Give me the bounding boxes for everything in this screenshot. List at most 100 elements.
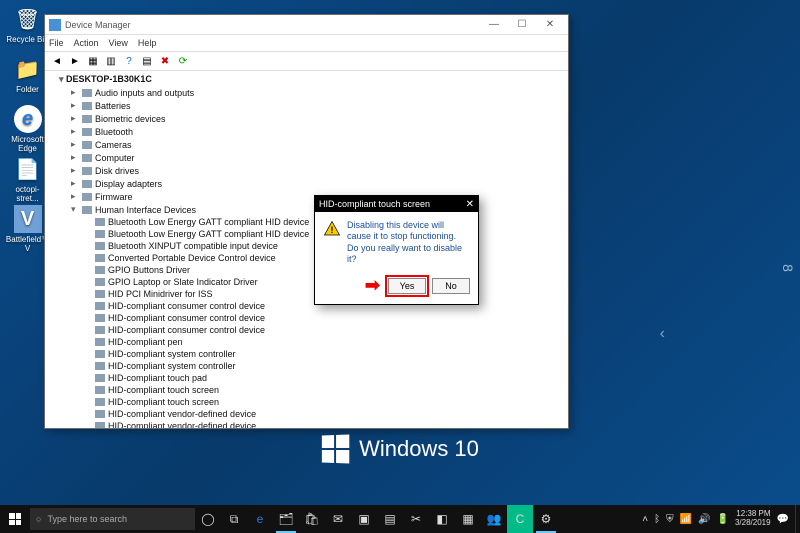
security-icon[interactable]: ⛨	[666, 514, 674, 525]
tree-category[interactable]: ▾Human Interface Devices	[49, 203, 564, 216]
taskbar-app-teams[interactable]: 👥	[481, 505, 507, 533]
minimize-button[interactable]: —	[480, 17, 508, 33]
device-category-icon	[82, 154, 92, 162]
tree-category[interactable]: ▸Firmware	[49, 190, 564, 203]
taskbar-app-file-explorer[interactable]: 🗂	[273, 505, 299, 533]
battery-icon[interactable]: 🔋	[717, 514, 729, 525]
device-category-icon	[82, 167, 92, 175]
show-desktop-button[interactable]	[795, 505, 800, 533]
taskbar-app-device-manager[interactable]: ⚙	[533, 505, 559, 533]
bluetooth-icon[interactable]: ᛒ	[654, 514, 660, 525]
tree-device[interactable]: GPIO Buttons Driver	[49, 264, 564, 276]
properties-button[interactable]: ▥	[103, 53, 119, 69]
tree-category[interactable]: ▸Biometric devices	[49, 112, 564, 125]
device-icon	[95, 218, 105, 226]
tree-category[interactable]: ▸Cameras	[49, 138, 564, 151]
back-button[interactable]: ◄	[49, 53, 65, 69]
device-icon	[95, 422, 105, 428]
tree-device[interactable]: HID-compliant vendor-defined device	[49, 408, 564, 420]
tree-category[interactable]: ▸Display adapters	[49, 177, 564, 190]
tree-category[interactable]: ▸Computer	[49, 151, 564, 164]
forward-button[interactable]: ►	[67, 53, 83, 69]
tree-category[interactable]: ▸Disk drives	[49, 164, 564, 177]
tree-category[interactable]: ▸Bluetooth	[49, 125, 564, 138]
show-hidden-button[interactable]: ▦	[85, 53, 101, 69]
tray-chevron-icon[interactable]: ˄	[642, 514, 648, 525]
tree-device-label: HID-compliant consumer control device	[108, 325, 265, 335]
yes-button[interactable]: Yes	[388, 278, 426, 294]
start-button[interactable]	[0, 505, 30, 533]
tree-device-label: HID-compliant pen	[108, 337, 183, 347]
taskbar-app-snip[interactable]: ✂	[403, 505, 429, 533]
uninstall-button[interactable]: ✖	[157, 53, 173, 69]
tree-device[interactable]: HID-compliant vendor-defined device	[49, 420, 564, 428]
wifi-icon[interactable]: 📶	[680, 514, 692, 525]
taskbar-app-store[interactable]: 🛍	[299, 505, 325, 533]
device-icon	[95, 278, 105, 286]
window-titlebar[interactable]: Device Manager — ☐ ✕	[45, 15, 568, 35]
tree-device[interactable]: HID-compliant consumer control device	[49, 300, 564, 312]
taskbar-app-generic[interactable]: ▤	[377, 505, 403, 533]
taskbar-app-generic[interactable]: ▦	[455, 505, 481, 533]
device-category-icon	[82, 180, 92, 188]
tree-device[interactable]: HID-compliant system controller	[49, 360, 564, 372]
search-icon: ○	[36, 514, 41, 524]
clock[interactable]: 12:38 PM 3/28/2019	[735, 510, 771, 528]
scan-button[interactable]: ▤	[139, 53, 155, 69]
app-icon	[49, 19, 61, 31]
tree-category-label: Cameras	[95, 140, 132, 150]
volume-icon[interactable]: 🔊	[698, 514, 710, 525]
menu-help[interactable]: Help	[138, 38, 157, 48]
device-tree[interactable]: ▾ DESKTOP-1B30K1C ▸Audio inputs and outp…	[45, 71, 568, 428]
tree-device[interactable]: Bluetooth Low Energy GATT compliant HID …	[49, 216, 564, 228]
dialog-titlebar[interactable]: HID-compliant touch screen ✕	[315, 196, 478, 212]
device-icon	[95, 386, 105, 394]
clock-date: 3/28/2019	[735, 519, 771, 528]
tree-category[interactable]: ▸Batteries	[49, 99, 564, 112]
no-button[interactable]: No	[432, 278, 470, 294]
tree-device[interactable]: HID-compliant pen	[49, 336, 564, 348]
search-box[interactable]: ○ Type here to search	[30, 508, 195, 530]
menu-view[interactable]: View	[109, 38, 128, 48]
taskbar-app-edge[interactable]: e	[247, 505, 273, 533]
tree-category[interactable]: ▸Audio inputs and outputs	[49, 86, 564, 99]
tree-device-label: HID PCI Minidriver for ISS	[108, 289, 213, 299]
tree-device[interactable]: HID-compliant touch screen	[49, 384, 564, 396]
tree-device[interactable]: HID-compliant touch screen	[49, 396, 564, 408]
close-button[interactable]: ✕	[536, 17, 564, 33]
tree-category-label: Bluetooth	[95, 127, 133, 137]
tree-device-label: HID-compliant vendor-defined device	[108, 421, 256, 428]
tree-category-label: Computer	[95, 153, 135, 163]
tree-device[interactable]: Bluetooth XINPUT compatible input device	[49, 240, 564, 252]
tree-root[interactable]: ▾ DESKTOP-1B30K1C	[49, 73, 564, 86]
tree-device[interactable]: Bluetooth Low Energy GATT compliant HID …	[49, 228, 564, 240]
taskbar-app-mail[interactable]: ✉	[325, 505, 351, 533]
device-category-icon	[82, 128, 92, 136]
tree-device-label: Bluetooth Low Energy GATT compliant HID …	[108, 229, 309, 239]
warning-icon: !	[323, 220, 341, 238]
update-button[interactable]: ⟳	[175, 53, 191, 69]
cortana-button[interactable]: ◯	[195, 505, 221, 533]
menu-file[interactable]: File	[49, 38, 64, 48]
dialog-close-button[interactable]: ✕	[466, 199, 474, 210]
taskbar-app-generic[interactable]: ◧	[429, 505, 455, 533]
taskbar-app-generic[interactable]: C	[507, 505, 533, 533]
taskbar-app-generic[interactable]: ▣	[351, 505, 377, 533]
tree-device[interactable]: HID-compliant touch pad	[49, 372, 564, 384]
tree-device[interactable]: HID PCI Minidriver for ISS	[49, 288, 564, 300]
tree-device[interactable]: HID-compliant system controller	[49, 348, 564, 360]
tree-device-label: HID-compliant system controller	[108, 349, 236, 359]
device-icon	[95, 266, 105, 274]
tree-category-label: Batteries	[95, 101, 131, 111]
action-center-icon[interactable]: 💬	[777, 514, 789, 525]
tree-device[interactable]: HID-compliant consumer control device	[49, 312, 564, 324]
help-button[interactable]: ?	[121, 53, 137, 69]
menu-action[interactable]: Action	[74, 38, 99, 48]
system-tray: ˄ ᛒ ⛨ 📶 🔊 🔋 12:38 PM 3/28/2019 💬	[636, 510, 795, 528]
tree-device[interactable]: GPIO Laptop or Slate Indicator Driver	[49, 276, 564, 288]
task-view-button[interactable]: ⧉	[221, 505, 247, 533]
folder-icon: 📁	[14, 55, 42, 83]
tree-device[interactable]: HID-compliant consumer control device	[49, 324, 564, 336]
maximize-button[interactable]: ☐	[508, 17, 536, 33]
tree-device[interactable]: Converted Portable Device Control device	[49, 252, 564, 264]
